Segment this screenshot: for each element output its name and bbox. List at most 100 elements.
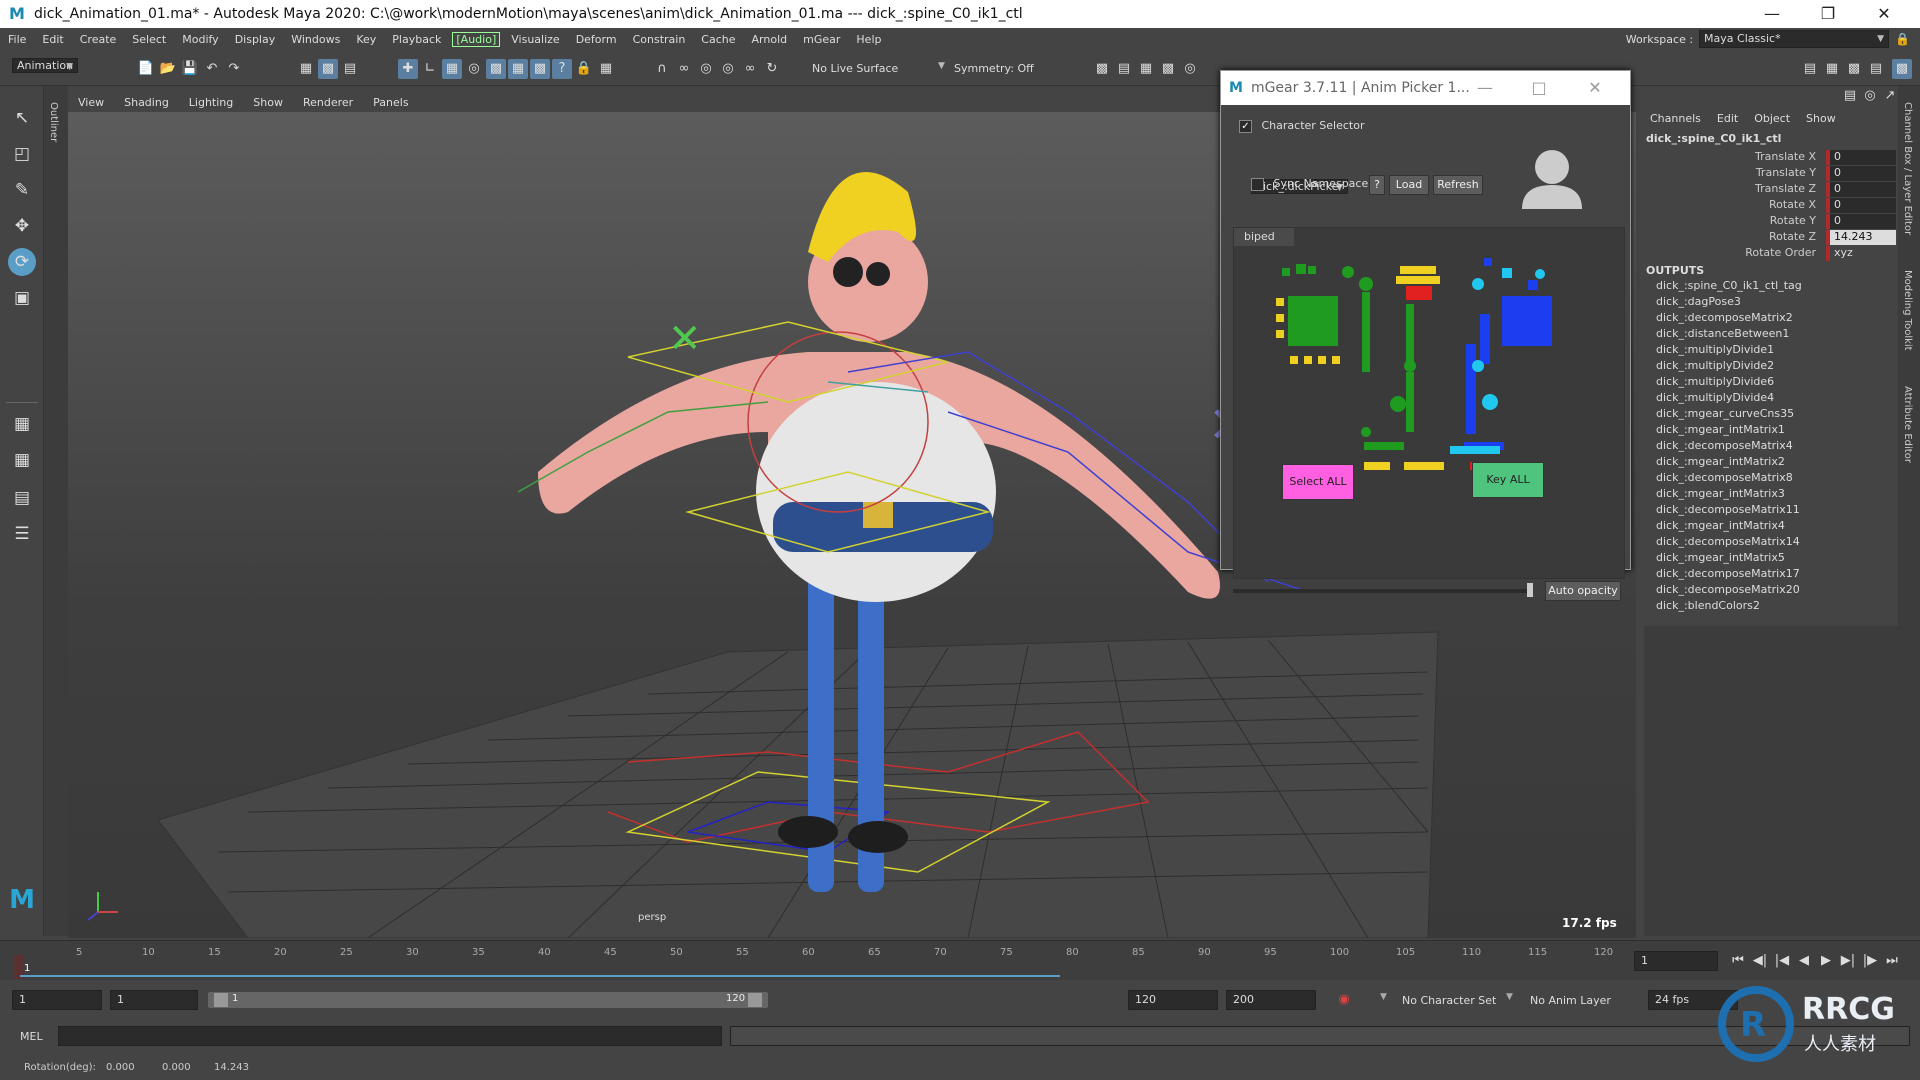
output-node[interactable]: dick_:mgear_intMatrix4 bbox=[1656, 519, 1785, 532]
select-object-icon[interactable]: ▩ bbox=[318, 59, 338, 79]
channel-row[interactable]: Translate Z 0 bbox=[1644, 182, 1898, 198]
range-slider-start-handle[interactable] bbox=[214, 993, 228, 1007]
new-scene-icon[interactable]: 📄 bbox=[136, 59, 156, 79]
help-button[interactable]: ? bbox=[1369, 175, 1385, 195]
output-node[interactable]: dick_:decomposeMatrix4 bbox=[1656, 439, 1793, 452]
channel-value[interactable]: 0 bbox=[1826, 150, 1896, 165]
output-node[interactable]: dick_:mgear_curveCns35 bbox=[1656, 407, 1794, 420]
panel-menu-show[interactable]: Show bbox=[243, 96, 293, 109]
step-back-frame-icon[interactable]: |◀ bbox=[1772, 951, 1792, 971]
go-to-start-icon[interactable]: ⏮ bbox=[1728, 951, 1748, 971]
menu-cache[interactable]: Cache bbox=[693, 33, 743, 46]
history-icon[interactable]: ▦ bbox=[508, 59, 528, 79]
playback-start-field[interactable]: 1 bbox=[110, 990, 198, 1010]
current-frame-field[interactable]: 1 bbox=[1634, 951, 1718, 971]
pin-icon[interactable]: ↗ bbox=[1880, 86, 1900, 106]
channel-box-toggle-icon[interactable]: ▤ bbox=[1800, 59, 1820, 79]
step-back-key-icon[interactable]: ◀| bbox=[1750, 951, 1770, 971]
panel-menu-renderer[interactable]: Renderer bbox=[293, 96, 363, 109]
output-node[interactable]: dick_:dagPose3 bbox=[1656, 295, 1741, 308]
lasso-tool-icon[interactable]: ◰ bbox=[8, 140, 36, 168]
menu-create[interactable]: Create bbox=[72, 33, 125, 46]
play-backward-icon[interactable]: ◀ bbox=[1794, 951, 1814, 971]
character-selector-checkbox[interactable]: ✓ bbox=[1239, 119, 1252, 133]
command-input[interactable] bbox=[58, 1026, 722, 1046]
snap-grid-icon[interactable]: ✚ bbox=[398, 59, 418, 79]
tab-channel-box-layer-editor[interactable]: Channel Box / Layer Editor bbox=[1902, 102, 1913, 235]
outliner-layout-icon[interactable]: ☰ bbox=[8, 520, 36, 548]
menu-visualize[interactable]: Visualize bbox=[503, 33, 567, 46]
range-slider-bar[interactable]: 1 120 bbox=[208, 992, 768, 1008]
layer-editor-toggle-icon[interactable]: ▤ bbox=[1866, 59, 1886, 79]
minimize-icon[interactable]: — bbox=[1744, 0, 1800, 28]
channel-value[interactable]: 14.243 bbox=[1826, 230, 1896, 245]
menu-deform[interactable]: Deform bbox=[568, 33, 625, 46]
channel-value[interactable]: 0 bbox=[1826, 182, 1896, 197]
output-node[interactable]: dick_:spine_C0_ik1_ctl_tag bbox=[1656, 279, 1802, 292]
output-node[interactable]: dick_:multiplyDivide6 bbox=[1656, 375, 1774, 388]
single-perspective-layout-icon[interactable]: ▦ bbox=[8, 410, 36, 438]
range-slider-end-handle[interactable] bbox=[748, 993, 762, 1007]
maximize-icon[interactable]: ❐ bbox=[1800, 0, 1856, 28]
output-node[interactable]: dick_:decomposeMatrix8 bbox=[1656, 471, 1793, 484]
time-slider[interactable]: 1 5 10 15 20 25 30 35 40 45 50 55 60 65 … bbox=[0, 940, 1920, 980]
edit-menu[interactable]: Edit bbox=[1717, 112, 1738, 125]
panel-menu-view[interactable]: View bbox=[68, 96, 114, 109]
redo-icon[interactable]: ↷ bbox=[224, 59, 244, 79]
snap-point-icon[interactable]: ▦ bbox=[442, 59, 462, 79]
live-surface-label[interactable]: No Live Surface bbox=[812, 62, 898, 75]
animation-start-field[interactable]: 1 bbox=[12, 990, 102, 1010]
play-forward-icon[interactable]: ▶ bbox=[1816, 951, 1836, 971]
hypershade-icon[interactable]: ◎ bbox=[1180, 59, 1200, 79]
animation-end-field[interactable]: 200 bbox=[1226, 990, 1316, 1010]
channel-row[interactable]: Rotate Y 0 bbox=[1644, 214, 1898, 230]
channel-row[interactable]: Translate Y 0 bbox=[1644, 166, 1898, 182]
save-scene-icon[interactable]: 💾 bbox=[180, 59, 200, 79]
select-component-icon[interactable]: ▤ bbox=[340, 59, 360, 79]
output-node[interactable]: dick_:multiplyDivide2 bbox=[1656, 359, 1774, 372]
menu-help[interactable]: Help bbox=[848, 33, 889, 46]
ipr-icon[interactable]: ▦ bbox=[1136, 59, 1156, 79]
tab-modeling-toolkit[interactable]: Modeling Toolkit bbox=[1902, 270, 1913, 351]
select-hierarchy-icon[interactable]: ▦ bbox=[296, 59, 316, 79]
reflect-icon[interactable]: ∞ bbox=[740, 59, 760, 79]
render-settings-icon[interactable]: ▩ bbox=[1158, 59, 1178, 79]
opacity-slider-handle[interactable] bbox=[1527, 583, 1533, 597]
outliner-strip[interactable]: Outliner bbox=[44, 86, 68, 936]
go-to-end-icon[interactable]: ⏭ bbox=[1882, 951, 1902, 971]
minimize-icon[interactable]: — bbox=[1461, 71, 1509, 105]
workspace-dropdown[interactable]: Maya Classic* ▼ bbox=[1699, 30, 1890, 48]
key-all-button[interactable]: Key ALL bbox=[1472, 462, 1544, 498]
output-node[interactable]: dick_:decomposeMatrix20 bbox=[1656, 583, 1800, 596]
snap-surface-icon[interactable]: ▩ bbox=[486, 59, 506, 79]
channels-menu[interactable]: Channels bbox=[1650, 112, 1701, 125]
select-all-button[interactable]: Select ALL bbox=[1282, 464, 1354, 500]
opacity-slider-track[interactable] bbox=[1233, 589, 1533, 593]
menu-modify[interactable]: Modify bbox=[174, 33, 226, 46]
soft-select-icon[interactable]: ◎ bbox=[718, 59, 738, 79]
move-tool-icon[interactable]: ✥ bbox=[8, 212, 36, 240]
magnet-icon[interactable]: ∩ bbox=[652, 59, 672, 79]
menu-set-dropdown[interactable]: Animation ▼ bbox=[12, 58, 79, 73]
anim-layer-label[interactable]: No Anim Layer bbox=[1530, 994, 1611, 1007]
outliner-toggle-icon[interactable]: ▩ bbox=[1892, 59, 1912, 79]
channel-row[interactable]: Translate X 0 bbox=[1644, 150, 1898, 166]
output-node[interactable]: dick_:distanceBetween1 bbox=[1656, 327, 1789, 340]
output-node[interactable]: dick_:multiplyDivide1 bbox=[1656, 343, 1774, 356]
highlight-icon[interactable]: ▦ bbox=[596, 59, 616, 79]
attribute-editor-toggle-icon[interactable]: ▦ bbox=[1822, 59, 1842, 79]
snap-curve-icon[interactable]: ∟ bbox=[420, 59, 440, 79]
menu-audio[interactable]: [Audio] bbox=[452, 31, 501, 47]
load-button[interactable]: Load bbox=[1389, 175, 1429, 195]
maximize-icon[interactable]: □ bbox=[1515, 71, 1563, 105]
help-line-icon[interactable]: ? bbox=[552, 59, 572, 79]
channel-value[interactable]: 0 bbox=[1826, 214, 1896, 229]
menu-key[interactable]: Key bbox=[348, 33, 384, 46]
channel-value[interactable]: xyz bbox=[1826, 246, 1896, 261]
persp-outliner-layout-icon[interactable]: ▤ bbox=[8, 484, 36, 512]
output-node[interactable]: dick_:multiplyDivide4 bbox=[1656, 391, 1774, 404]
close-icon[interactable]: ✕ bbox=[1856, 0, 1912, 28]
output-node[interactable]: dick_:mgear_intMatrix2 bbox=[1656, 455, 1785, 468]
render-frame-icon[interactable]: ▩ bbox=[1092, 59, 1112, 79]
tool-settings-toggle-icon[interactable]: ▩ bbox=[1844, 59, 1864, 79]
